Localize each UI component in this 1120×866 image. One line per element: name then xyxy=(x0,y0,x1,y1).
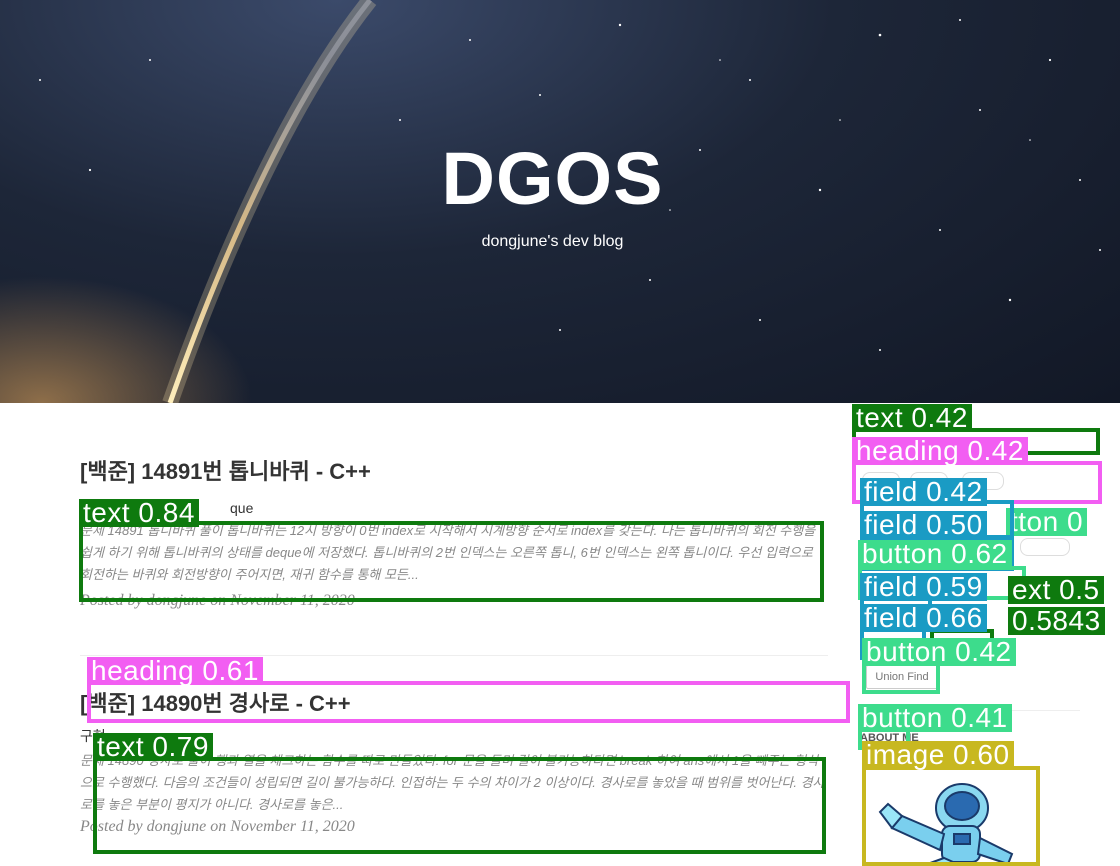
detection-label-text: text 0.42 xyxy=(852,404,972,432)
detection-box-image xyxy=(862,766,1040,866)
blog-title: DGOS xyxy=(441,137,664,220)
detection-label-text-cut: ext 0.5 xyxy=(1008,576,1104,604)
hero-banner: DGOS dongjune's dev blog xyxy=(0,0,1120,403)
detection-label-text: text 0.84 xyxy=(79,499,199,527)
detection-box-text xyxy=(93,757,826,854)
detection-label-text-cut: 0.5843 xyxy=(1008,607,1105,635)
detection-box-text xyxy=(79,521,824,602)
detection-label-field: field 0.66 xyxy=(860,604,987,632)
detection-label-heading: heading 0.42 xyxy=(852,437,1028,465)
detection-label-field: field 0.42 xyxy=(860,478,987,506)
blog-subtitle: dongjune's dev blog xyxy=(481,233,624,250)
detection-label-heading: heading 0.61 xyxy=(87,657,263,685)
tag-pill[interactable] xyxy=(1020,538,1070,556)
detection-label-text: text 0.79 xyxy=(93,733,213,761)
detection-label-button: button 0.41 xyxy=(858,704,1012,732)
detection-box-heading xyxy=(87,681,850,723)
detection-label-button: button 0.42 xyxy=(862,638,1016,666)
detection-label-image: image 0.60 xyxy=(862,741,1014,769)
detection-label-button-cut: tton 0 xyxy=(1006,508,1088,536)
detection-label-field: field 0.59 xyxy=(860,573,987,601)
detection-label-field: field 0.50 xyxy=(860,511,987,539)
detection-label-button: button 0.62 xyxy=(858,540,1012,568)
post-title[interactable]: [백준] 14891번 톱니바퀴 - C++ xyxy=(80,454,828,486)
